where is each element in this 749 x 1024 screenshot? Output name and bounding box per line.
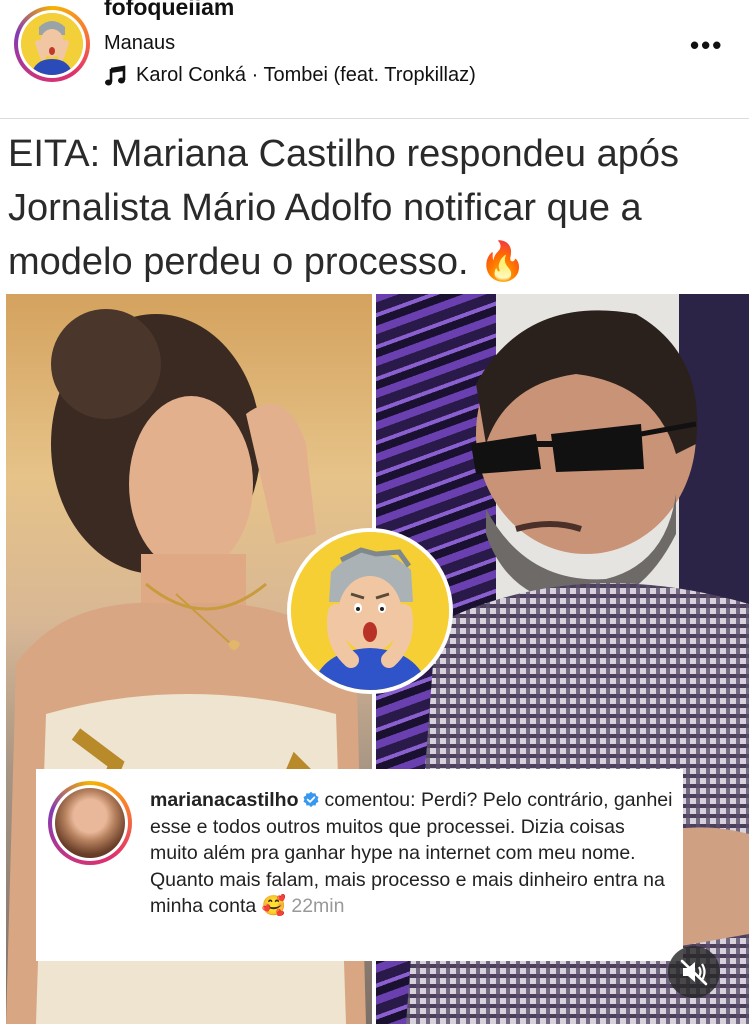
- commenter-username[interactable]: marianacastilho: [150, 789, 298, 811]
- speaker-muted-icon: [680, 959, 708, 986]
- post-headline: EITA: Mariana Castilho respondeu após Jo…: [8, 127, 743, 289]
- mute-toggle-button[interactable]: [668, 946, 720, 998]
- comment-action: comentou:: [324, 789, 416, 811]
- smiling-hearts-emoji: 🥰: [261, 895, 286, 917]
- comment-timestamp: 22min: [291, 895, 345, 917]
- avatar-image: [21, 13, 83, 75]
- post-image[interactable]: EITA: Mariana Castilho respondeu após Jo…: [0, 119, 749, 1024]
- more-options-icon[interactable]: •••: [690, 30, 723, 61]
- profile-avatar[interactable]: [14, 6, 90, 82]
- fire-emoji: 🔥: [479, 241, 527, 283]
- location-link[interactable]: Manaus: [104, 32, 175, 55]
- username[interactable]: fofoqueiiam: [104, 0, 234, 21]
- commenter-avatar[interactable]: [48, 781, 132, 865]
- music-track-link[interactable]: Karol Conká · Tombei (feat. Tropkillaz): [136, 64, 476, 87]
- verified-badge-icon: [303, 791, 319, 808]
- comment-text-block: marianacastilho comentou: Perdi? Pelo co…: [150, 787, 675, 920]
- comment-card: marianacastilho comentou: Perdi? Pelo co…: [36, 769, 683, 961]
- post-header: fofoqueiiam Manaus Karol Conká · Tombei …: [0, 0, 749, 118]
- commenter-avatar-image: [55, 788, 125, 858]
- brand-avatar-overlay: [287, 528, 453, 694]
- headline-text: EITA: Mariana Castilho respondeu após Jo…: [8, 133, 679, 283]
- music-note-icon: [105, 65, 126, 86]
